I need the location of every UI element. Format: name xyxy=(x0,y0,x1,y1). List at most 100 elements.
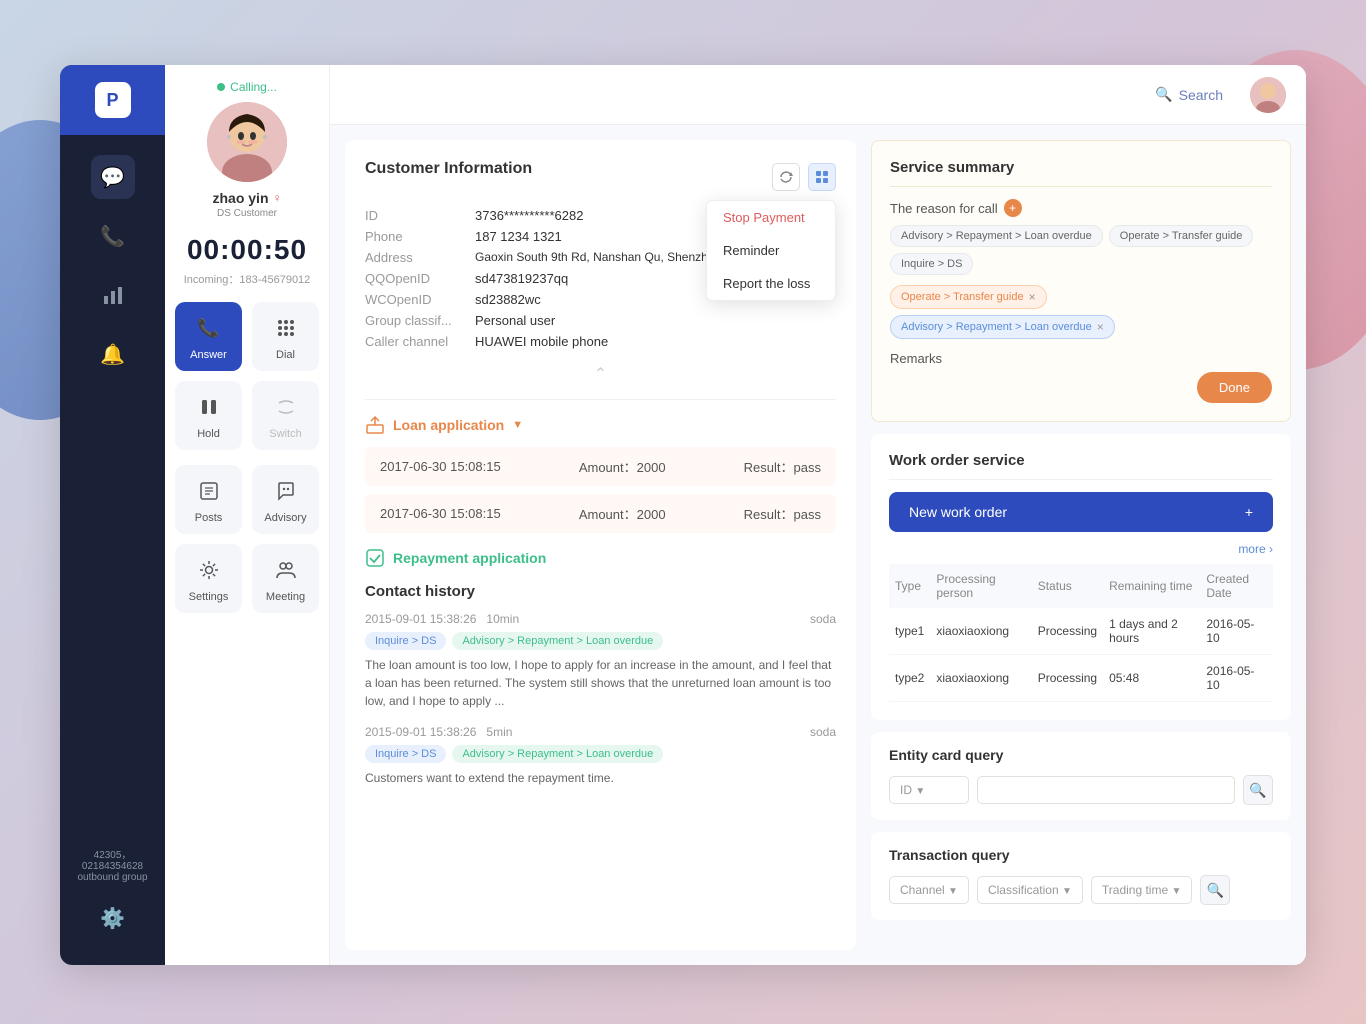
caller-type: DS Customer xyxy=(217,208,277,219)
qqopenid-label: QQOpenID xyxy=(365,271,465,286)
hold-button[interactable]: Hold xyxy=(175,381,242,450)
refresh-button[interactable] xyxy=(772,163,800,191)
remove-tag-1[interactable]: × xyxy=(1029,290,1036,304)
loan-title: Loan application xyxy=(393,417,504,433)
row2-date: 2016-05-10 xyxy=(1200,655,1273,702)
row1-date: 2016-05-10 xyxy=(1200,608,1273,655)
new-work-order-label: New work order xyxy=(909,504,1007,520)
caller-panel: Calling... zhao yin ♀ DS Cus xyxy=(165,65,330,965)
reason-chip-3[interactable]: Inquire > DS xyxy=(890,253,973,275)
stop-payment-item[interactable]: Stop Payment xyxy=(707,201,835,234)
add-reason-button[interactable]: + xyxy=(1004,199,1022,217)
remove-tag-2[interactable]: × xyxy=(1097,320,1104,334)
transaction-query-row: Channel ▼ Classification ▼ Trading time … xyxy=(889,875,1273,905)
loan-dropdown-arrow[interactable]: ▼ xyxy=(512,419,523,431)
entity-search-button[interactable]: 🔍 xyxy=(1243,775,1273,805)
upload-icon xyxy=(365,415,385,435)
new-work-order-button[interactable]: New work order + xyxy=(889,492,1273,532)
row2-person: xiaoxiaoxiong xyxy=(930,655,1031,702)
loan-date-1: 2017-06-30 15:08:15 xyxy=(380,459,501,474)
settings-icon[interactable]: ⚙️ xyxy=(91,896,135,940)
right-panel: Service summary The reason for call + Ad… xyxy=(871,140,1291,950)
posts-button[interactable]: Posts xyxy=(175,465,242,534)
meeting-button[interactable]: Meeting xyxy=(252,544,319,613)
col-person: Processing person xyxy=(930,564,1031,608)
sidebar-item-phone[interactable]: 📞 xyxy=(91,214,135,258)
caller-channel-value: HUAWEI mobile phone xyxy=(475,334,836,349)
address-label: Address xyxy=(365,250,465,265)
meeting-icon xyxy=(270,554,302,586)
trading-time-select[interactable]: Trading time ▼ xyxy=(1091,876,1193,904)
entity-search-row: ID ▼ 🔍 xyxy=(889,775,1273,805)
history-tag-inquire-2: Inquire > DS xyxy=(365,745,446,763)
posts-icon xyxy=(193,475,225,507)
contact-history-title: Contact history xyxy=(365,583,836,600)
group-class-label: Group classif... xyxy=(365,313,465,328)
col-status: Status xyxy=(1032,564,1103,608)
sidebar-logo[interactable]: P xyxy=(60,65,165,135)
entity-type-select[interactable]: ID ▼ xyxy=(889,776,969,804)
grid-icon xyxy=(815,170,829,184)
settings-action-button[interactable]: Settings xyxy=(175,544,242,613)
work-order-card: Work order service New work order + more… xyxy=(871,434,1291,720)
table-row: type1 xiaoxiaoxiong Processing 1 days an… xyxy=(889,608,1273,655)
call-incoming: Incoming：183-45679012 xyxy=(184,271,311,287)
header-user-avatar[interactable] xyxy=(1250,77,1286,113)
sidebar-item-stats[interactable] xyxy=(91,273,135,317)
avatar-image-header xyxy=(1250,77,1286,113)
customer-info-panel: Customer Information xyxy=(345,140,856,950)
reason-chip-1[interactable]: Advisory > Repayment > Loan overdue xyxy=(890,225,1103,247)
history-entry-1: 2015-09-01 15:38:26 10min soda Inquire >… xyxy=(365,612,836,710)
loan-amount-1: Amount：2000 xyxy=(579,457,666,476)
caller-name: zhao yin ♀ xyxy=(212,190,281,206)
switch-button[interactable]: Switch xyxy=(252,381,319,450)
done-button[interactable]: Done xyxy=(1197,372,1272,403)
history-text-1: The loan amount is too low, I hope to ap… xyxy=(365,656,836,710)
meeting-label: Meeting xyxy=(266,591,305,603)
row1-remaining: 1 days and 2 hours xyxy=(1103,608,1200,655)
panel-header: Customer Information xyxy=(365,160,836,193)
history-tags-2: Inquire > DS Advisory > Repayment > Loan… xyxy=(365,745,836,763)
content-area: Customer Information xyxy=(330,125,1306,965)
history-text-2: Customers want to extend the repayment t… xyxy=(365,769,836,787)
id-label: ID xyxy=(365,208,465,223)
top-header: 🔍 Search xyxy=(330,65,1306,125)
dial-button[interactable]: Dial xyxy=(252,302,319,371)
sidebar-item-chat[interactable]: 💬 xyxy=(91,155,135,199)
app-logo: P xyxy=(95,82,131,118)
search-bar[interactable]: 🔍 Search xyxy=(1143,80,1235,109)
row2-type: type2 xyxy=(889,655,930,702)
collapse-icon[interactable]: ⌃ xyxy=(365,364,836,384)
sidebar-nav: 💬 📞 🔔 xyxy=(60,135,165,396)
reason-chip-2[interactable]: Operate > Transfer guide xyxy=(1109,225,1254,247)
loan-result-1: Result：pass xyxy=(744,457,821,476)
caller-status: Calling... xyxy=(217,80,277,94)
entity-card-query: Entity card query ID ▼ 🔍 xyxy=(871,732,1291,820)
repayment-section: Repayment application xyxy=(365,548,836,568)
transaction-search-button[interactable]: 🔍 xyxy=(1200,875,1230,905)
entity-search-input[interactable] xyxy=(977,776,1235,804)
more-link[interactable]: more xyxy=(889,542,1273,556)
history-tag-advisory-1: Advisory > Repayment > Loan overdue xyxy=(452,632,663,650)
settings-action-label: Settings xyxy=(189,591,229,603)
advisory-icon xyxy=(270,475,302,507)
remarks-section: Remarks Done xyxy=(890,351,1272,403)
work-order-title: Work order service xyxy=(889,452,1273,480)
service-summary-card: Service summary The reason for call + Ad… xyxy=(871,140,1291,422)
answer-button[interactable]: 📞 Answer xyxy=(175,302,242,371)
reason-label: The reason for call + xyxy=(890,199,1272,217)
hold-label: Hold xyxy=(197,428,220,440)
advisory-button[interactable]: Advisory xyxy=(252,465,319,534)
sidebar-item-notifications[interactable]: 🔔 xyxy=(91,332,135,376)
channel-select[interactable]: Channel ▼ xyxy=(889,876,969,904)
more-options-button[interactable] xyxy=(808,163,836,191)
row1-person: xiaoxiaoxiong xyxy=(930,608,1031,655)
work-order-table: Type Processing person Status Remaining … xyxy=(889,564,1273,702)
table-row: type2 xiaoxiaoxiong Processing 05:48 201… xyxy=(889,655,1273,702)
reminder-item[interactable]: Reminder xyxy=(707,234,835,267)
classification-select[interactable]: Classification ▼ xyxy=(977,876,1083,904)
outbound-info: 42305，02184354628 outbound group xyxy=(60,846,165,883)
history-meta-2: 2015-09-01 15:38:26 5min soda xyxy=(365,725,836,739)
repayment-title: Repayment application xyxy=(393,550,546,566)
report-loss-item[interactable]: Report the loss xyxy=(707,267,835,300)
